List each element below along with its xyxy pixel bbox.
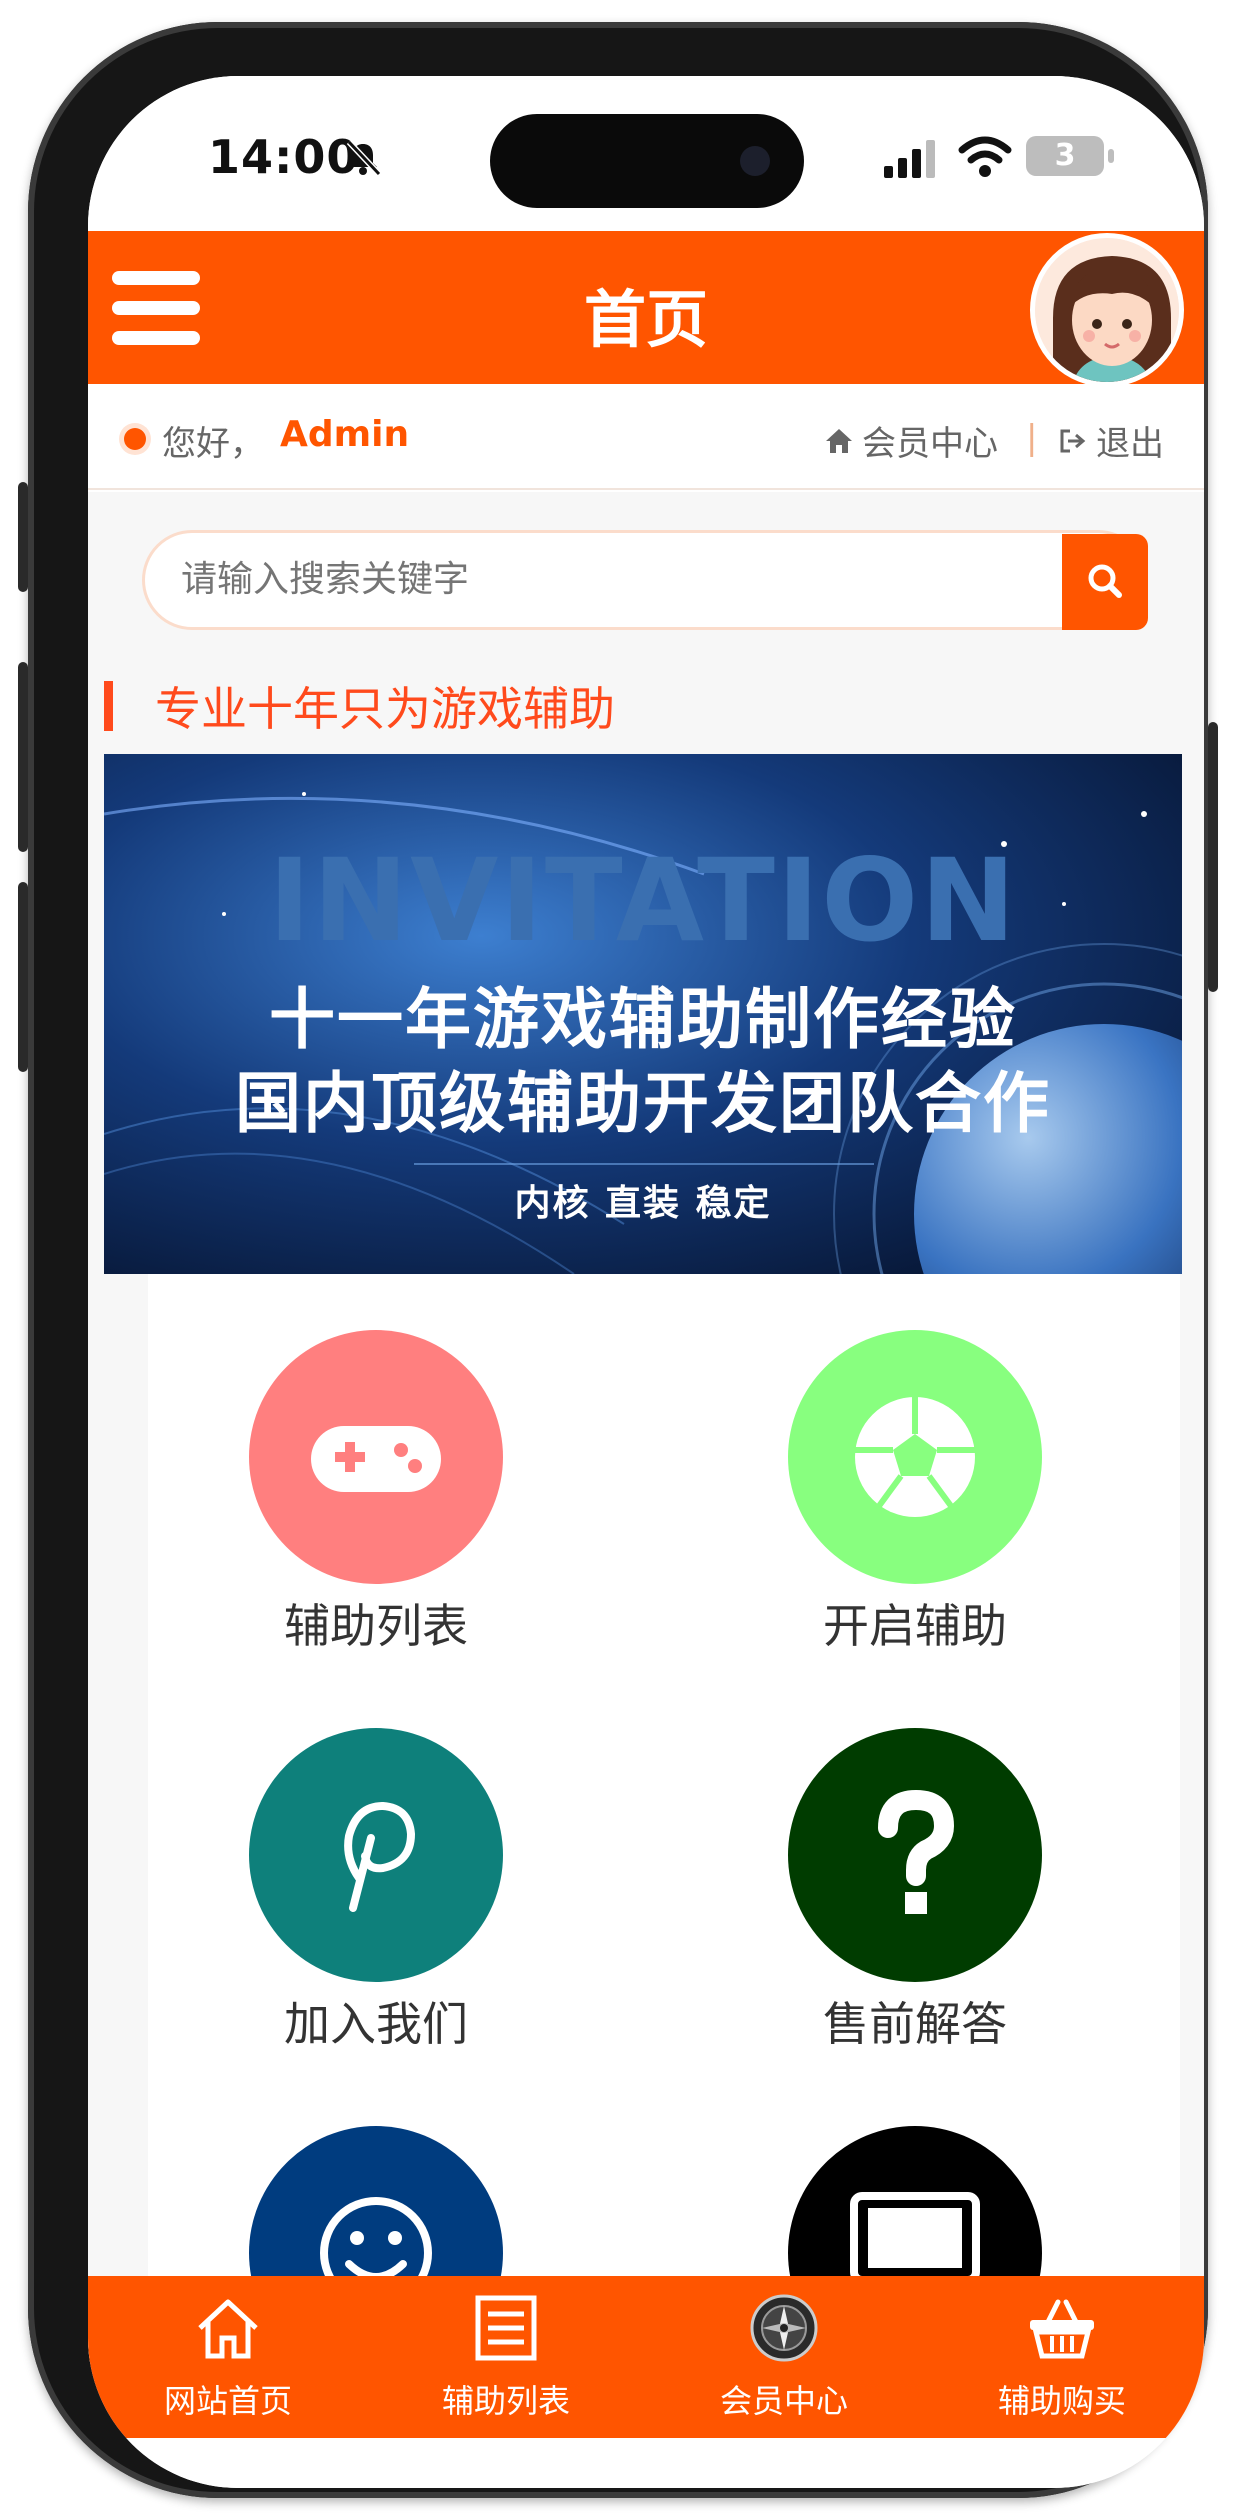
silent-bell-icon: [346, 139, 382, 177]
search-icon: [1088, 564, 1122, 598]
banner-line-2: 国内顶级辅助开发团队合作: [235, 1065, 1051, 1142]
tile-icon-circle: [788, 1728, 1042, 1982]
tile-presales-faq[interactable]: 售前解答: [785, 1728, 1045, 2054]
camera-icon: [740, 146, 770, 176]
tile-label: 售前解答: [823, 1997, 1007, 2051]
tile-join-us[interactable]: 加入我们: [246, 1728, 506, 2054]
app-header: 首页: [88, 231, 1204, 387]
link-separator: |: [1026, 418, 1038, 458]
sign-out-icon: [1060, 429, 1086, 452]
battery-indicator: 3: [1026, 136, 1104, 176]
section-heading: 专业十年只为游戏辅助: [104, 676, 615, 736]
promo-banner[interactable]: INVITATION 十一年游戏辅助制作经验 国内顶级辅助开发团队合作 内核 直…: [104, 754, 1182, 1274]
nav-label: 网站首页: [163, 2382, 292, 2420]
nav-member-center[interactable]: 会员中心: [684, 2292, 884, 2422]
username: Admin: [280, 414, 410, 455]
screen: 14:00 3 首页 您好， Admin 会员中心 | 退出 请输入搜索关键字 …: [88, 76, 1204, 2488]
banner-headline: INVITATION: [268, 834, 1018, 967]
list-icon: [475, 2295, 537, 2361]
greeting-text: 您好，: [162, 424, 264, 464]
search-input[interactable]: [181, 559, 1041, 600]
tile-assist-list[interactable]: 辅助列表: [246, 1330, 506, 1656]
search-bar: [142, 530, 1148, 630]
bottom-navigation: 网站首页 辅助列表 会员中心 辅助购买: [88, 2276, 1204, 2438]
wifi-icon: [958, 136, 1012, 177]
tile-icon-circle: [249, 1330, 503, 1584]
pinterest-icon: [344, 1801, 416, 1912]
member-center-link[interactable]: 会员中心: [824, 416, 998, 465]
tile-label: 开启辅助: [823, 1599, 1007, 1653]
tile-label: 加入我们: [284, 1997, 468, 2051]
nav-label: 辅助购买: [997, 2382, 1126, 2420]
nav-label: 辅助列表: [441, 2382, 570, 2420]
banner-subline: 内核 直装 稳定: [514, 1183, 772, 1224]
volume-up-button: [18, 662, 28, 852]
home-indicator-area: [88, 2438, 1204, 2488]
nav-home[interactable]: 网站首页: [128, 2292, 328, 2422]
battery-tip: [1108, 149, 1114, 163]
cellular-signal-icon: [884, 140, 935, 178]
phone-frame: 14:00 3 首页 您好， Admin 会员中心 | 退出 请输入搜索关键字 …: [18, 22, 1218, 2498]
soccer-ball-icon: [855, 1397, 975, 1517]
search-button[interactable]: [1062, 534, 1148, 630]
home-icon: [198, 2299, 258, 2359]
dynamic-island: [490, 114, 804, 208]
avatar[interactable]: [1030, 233, 1184, 387]
nav-purchase[interactable]: 辅助购买: [962, 2292, 1162, 2422]
greeting-bar: 您好， Admin 会员中心 | 退出: [88, 384, 1204, 490]
volume-down-button: [18, 882, 28, 1072]
question-icon: [878, 1789, 955, 1914]
status-time: 14:00: [208, 130, 360, 184]
banner-line-1: 十一年游戏辅助制作经验: [269, 981, 1017, 1058]
tile-icon-circle: [788, 1330, 1042, 1584]
compass-icon: [750, 2294, 818, 2362]
battery-level: 3: [1054, 138, 1076, 173]
status-dot: [124, 428, 146, 450]
status-bar: 14:00 3: [88, 76, 1204, 231]
section-accent-bar: [104, 681, 113, 731]
girl-avatar-icon: [1035, 238, 1179, 382]
tile-label: 辅助列表: [284, 1599, 468, 1653]
home-icon: [826, 428, 852, 453]
member-center-label: 会员中心: [862, 424, 998, 464]
logout-label: 退出: [1096, 424, 1164, 464]
tile-start-assist[interactable]: 开启辅助: [785, 1330, 1045, 1656]
tile-icon-circle: [249, 1728, 503, 1982]
action-button: [18, 482, 28, 592]
basket-icon: [1030, 2299, 1094, 2359]
section-title: 专业十年只为游戏辅助: [155, 682, 615, 736]
gamepad-icon: [311, 1426, 441, 1492]
logout-link[interactable]: 退出: [1058, 416, 1164, 465]
nav-assist-list[interactable]: 辅助列表: [406, 2292, 606, 2422]
nav-label: 会员中心: [719, 2382, 848, 2420]
power-button: [1208, 722, 1218, 992]
